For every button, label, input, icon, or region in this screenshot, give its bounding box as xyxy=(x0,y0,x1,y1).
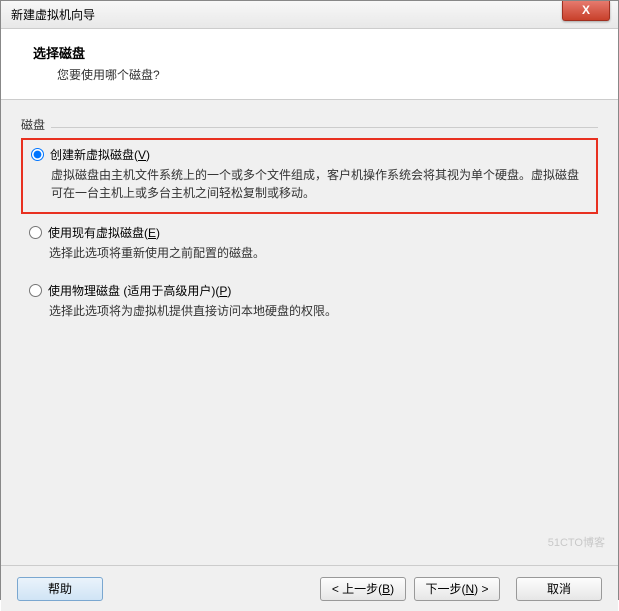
cancel-button[interactable]: 取消 xyxy=(516,577,602,601)
disk-option-0: 创建新虚拟磁盘(V) 虚拟磁盘由主机文件系统上的一个或多个文件组成，客户机操作系统… xyxy=(21,138,598,214)
page-subtitle: 您要使用哪个磁盘? xyxy=(57,66,598,83)
wizard-body: 磁盘 创建新虚拟磁盘(V) 虚拟磁盘由主机文件系统上的一个或多个文件组成，客户机操… xyxy=(1,100,618,565)
button-bar: 帮助 < 上一步(B) 下一步(N) > 取消 xyxy=(1,565,618,611)
option-description: 选择此选项将重新使用之前配置的磁盘。 xyxy=(49,244,590,262)
disk-option-2: 使用物理磁盘 (适用于高级用户)(P) 选择此选项将为虚拟机提供直接访问本地硬盘的… xyxy=(21,276,598,330)
group-divider xyxy=(51,127,598,128)
option-row: 使用现有虚拟磁盘(E) xyxy=(29,224,590,241)
disk-radio-0[interactable] xyxy=(31,148,44,161)
options-container: 创建新虚拟磁盘(V) 虚拟磁盘由主机文件系统上的一个或多个文件组成，客户机操作系统… xyxy=(21,138,598,330)
disk-radio-2[interactable] xyxy=(29,284,42,297)
option-description: 选择此选项将为虚拟机提供直接访问本地硬盘的权限。 xyxy=(49,302,590,320)
back-button[interactable]: < 上一步(B) xyxy=(320,577,406,601)
disk-option-1: 使用现有虚拟磁盘(E) 选择此选项将重新使用之前配置的磁盘。 xyxy=(21,218,598,272)
option-row: 创建新虚拟磁盘(V) xyxy=(31,146,588,163)
next-button[interactable]: 下一步(N) > xyxy=(414,577,500,601)
option-label[interactable]: 使用物理磁盘 (适用于高级用户)(P) xyxy=(48,282,231,299)
page-title: 选择磁盘 xyxy=(33,43,598,62)
wizard-header: 选择磁盘 您要使用哪个磁盘? xyxy=(1,29,618,100)
option-label[interactable]: 创建新虚拟磁盘(V) xyxy=(50,146,150,163)
titlebar: 新建虚拟机向导 X xyxy=(1,1,618,29)
group-label: 磁盘 xyxy=(21,116,598,133)
disk-radio-1[interactable] xyxy=(29,226,42,239)
help-button[interactable]: 帮助 xyxy=(17,577,103,601)
close-button[interactable]: X xyxy=(562,1,610,21)
option-description: 虚拟磁盘由主机文件系统上的一个或多个文件组成，客户机操作系统会将其视为单个硬盘。… xyxy=(51,166,588,202)
close-icon: X xyxy=(582,3,590,17)
window-title: 新建虚拟机向导 xyxy=(11,6,95,23)
option-label[interactable]: 使用现有虚拟磁盘(E) xyxy=(48,224,160,241)
option-row: 使用物理磁盘 (适用于高级用户)(P) xyxy=(29,282,590,299)
